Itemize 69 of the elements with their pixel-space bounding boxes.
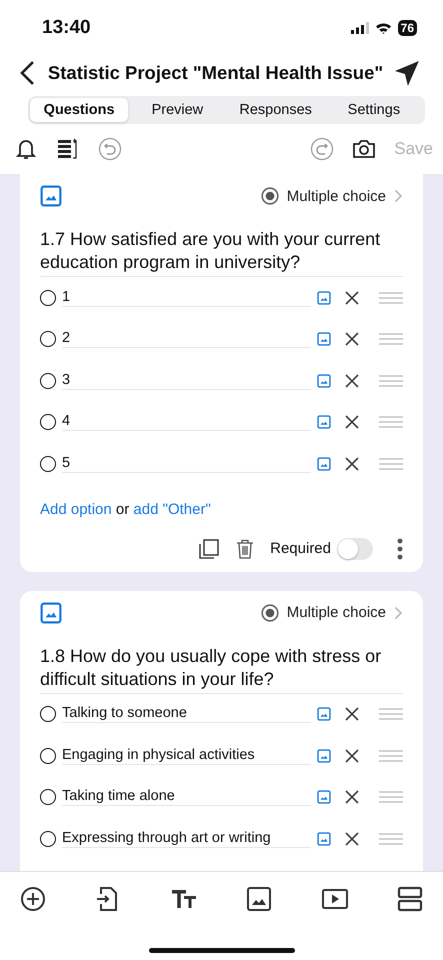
tab[interactable]: Settings — [324, 98, 423, 122]
video-icon[interactable] — [322, 886, 348, 912]
option-field[interactable]: Engaging in physical activities — [62, 746, 311, 765]
option-field[interactable]: Talking to someone — [62, 705, 311, 724]
drag-handle-icon[interactable] — [379, 333, 403, 346]
chevron-icon — [394, 606, 403, 620]
tab[interactable]: Preview — [128, 98, 226, 122]
redo-icon[interactable] — [310, 137, 334, 161]
question-field[interactable]: 1.8 How do you usually cope with stress or difficult situations in your life? — [40, 644, 403, 694]
tab[interactable]: Questions — [30, 98, 128, 122]
form-title: Statistic Project "Mental Health Issue" — [48, 62, 384, 84]
radio-icon — [40, 830, 56, 847]
drag-handle-icon[interactable] — [379, 791, 403, 804]
close-icon[interactable] — [345, 832, 359, 846]
close-icon[interactable] — [345, 707, 359, 722]
radio-icon — [40, 372, 56, 389]
radio-icon — [40, 748, 56, 764]
radio-icon — [40, 456, 56, 472]
required-toggle[interactable] — [337, 538, 373, 560]
copy-icon[interactable] — [198, 538, 220, 560]
send-icon[interactable] — [393, 59, 421, 87]
add-option-text: Add option or add "Other" — [40, 500, 212, 518]
close-icon[interactable] — [345, 332, 359, 346]
wifi-icon — [374, 22, 392, 34]
section-icon[interactable] — [396, 886, 423, 912]
image-icon[interactable] — [246, 886, 272, 912]
close-icon[interactable] — [345, 456, 359, 471]
status-time: 13:40 — [42, 16, 91, 38]
drag-handle-icon[interactable] — [379, 458, 403, 470]
option-field[interactable]: 1 — [62, 288, 311, 307]
add-icon[interactable] — [20, 886, 46, 912]
radio-icon — [260, 604, 279, 622]
close-icon[interactable] — [345, 290, 359, 305]
question-type-selector[interactable]: Multiple choice — [260, 187, 403, 205]
close-icon[interactable] — [345, 374, 359, 388]
add-option-link[interactable]: Add option — [40, 500, 112, 518]
option-field[interactable]: 5 — [62, 454, 311, 473]
radio-icon — [40, 706, 56, 722]
radio-icon — [260, 187, 279, 205]
radio-icon — [40, 290, 56, 306]
tab[interactable]: Responses — [226, 98, 325, 122]
radio-icon — [40, 414, 56, 430]
option-field[interactable]: 2 — [62, 330, 311, 348]
close-icon[interactable] — [345, 790, 359, 804]
option-field[interactable]: 4 — [62, 413, 311, 432]
add-other-link[interactable]: add "Other" — [133, 500, 211, 518]
signal-icon — [350, 22, 369, 34]
battery-level: 76 — [398, 20, 417, 36]
camera-icon[interactable] — [352, 137, 376, 161]
bell-icon[interactable] — [14, 137, 38, 161]
option-field[interactable]: 3 — [62, 372, 311, 390]
drag-handle-icon[interactable] — [379, 750, 403, 762]
option-field[interactable]: Expressing through art or writing — [62, 830, 311, 848]
option-field[interactable]: Taking time alone — [62, 788, 311, 806]
drag-handle-icon[interactable] — [379, 374, 403, 387]
drag-handle-icon[interactable] — [379, 832, 403, 845]
radio-icon — [40, 331, 56, 348]
question-field[interactable]: 1.7 How satisfied are you with your current education program in university? — [40, 228, 403, 277]
drag-handle-icon[interactable] — [379, 292, 403, 304]
close-icon[interactable] — [345, 415, 359, 430]
more-icon[interactable] — [397, 538, 403, 560]
required-label: Required — [270, 540, 331, 557]
drag-handle-icon[interactable] — [379, 708, 403, 720]
chevron-icon — [394, 189, 403, 203]
drag-handle-icon[interactable] — [379, 416, 403, 428]
question-type-selector[interactable]: Multiple choice — [260, 604, 403, 622]
radio-icon — [40, 789, 56, 806]
close-icon[interactable] — [345, 748, 359, 763]
undo-icon[interactable] — [98, 137, 122, 161]
